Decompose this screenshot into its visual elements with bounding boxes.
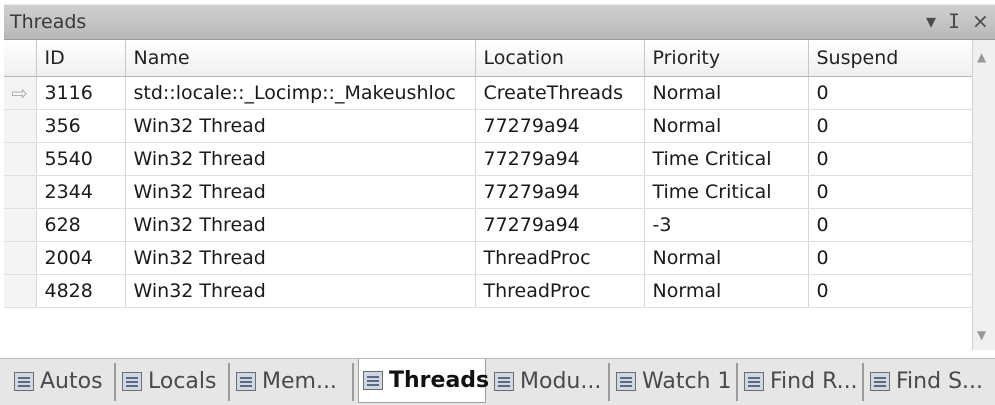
- tab-locals[interactable]: Locals: [118, 363, 230, 401]
- scroll-up-icon[interactable]: ▲: [977, 50, 986, 64]
- column-header-suspend[interactable]: Suspend: [808, 40, 972, 77]
- cell-priority: Normal: [644, 241, 809, 275]
- cell-name: std::locale::_Locimp::_Makeushloc: [125, 76, 476, 110]
- tab-find-symbol[interactable]: Find S...: [866, 363, 992, 401]
- row-indicator: [4, 241, 37, 275]
- cell-id: 3116: [36, 76, 126, 110]
- tab-memory[interactable]: Mem...: [232, 363, 354, 401]
- tab-label: Locals: [148, 369, 217, 394]
- row-indicator: [4, 175, 37, 209]
- find-symbol-icon: [870, 372, 890, 391]
- vertical-scrollbar[interactable]: ▲ ▼: [972, 40, 995, 350]
- memory-icon: [236, 372, 256, 391]
- table-row[interactable]: 5540 Win32 Thread 77279a94 Time Critical…: [4, 142, 972, 176]
- table-row[interactable]: 4828 Win32 Thread ThreadProc Normal 0: [4, 274, 972, 308]
- table-row[interactable]: 2004 Win32 Thread ThreadProc Normal 0: [4, 241, 972, 275]
- tab-watch-1[interactable]: Watch 1: [612, 363, 738, 401]
- column-header-location[interactable]: Location: [475, 40, 645, 77]
- tab-label: Watch 1: [642, 369, 732, 394]
- row-indicator: [4, 142, 37, 176]
- cell-priority: Time Critical: [644, 142, 809, 176]
- threads-window: Threads ▾ ⵊ × ID Name Location Priority …: [0, 0, 995, 405]
- cell-suspend: 0: [808, 274, 972, 308]
- tab-label: Mem...: [262, 369, 337, 394]
- locals-icon: [122, 372, 142, 391]
- watch-icon: [616, 372, 636, 391]
- cell-suspend: 0: [808, 175, 972, 209]
- panel-title: Threads: [10, 11, 87, 33]
- cell-name: Win32 Thread: [125, 142, 476, 176]
- cell-name: Win32 Thread: [125, 175, 476, 209]
- cell-priority: Time Critical: [644, 175, 809, 209]
- cell-id: 356: [36, 109, 126, 143]
- dropdown-icon[interactable]: ▾: [926, 10, 936, 32]
- tool-window-tabs: Autos Locals Mem... Threads Modu... Watc…: [0, 358, 995, 405]
- cell-suspend: 0: [808, 76, 972, 110]
- cell-name: Win32 Thread: [125, 274, 476, 308]
- arrow-glyph: ⇨: [11, 80, 29, 105]
- threads-icon: [363, 371, 383, 390]
- close-icon[interactable]: ×: [972, 10, 989, 32]
- cell-location: CreateThreads: [475, 76, 645, 110]
- row-indicator: [4, 208, 37, 242]
- cell-id: 2344: [36, 175, 126, 209]
- cell-id: 4828: [36, 274, 126, 308]
- table-row[interactable]: 2344 Win32 Thread 77279a94 Time Critical…: [4, 175, 972, 209]
- cell-suspend: 0: [808, 142, 972, 176]
- column-header-priority[interactable]: Priority: [644, 40, 809, 77]
- panel-titlebar: Threads ▾ ⵊ ×: [4, 4, 995, 40]
- indicator-header: [4, 40, 37, 77]
- scroll-down-icon[interactable]: ▼: [977, 328, 986, 342]
- cell-location: ThreadProc: [475, 241, 645, 275]
- table-row[interactable]: ⇨ 3116 std::locale::_Locimp::_Makeushloc…: [4, 76, 972, 110]
- cell-location: 77279a94: [475, 175, 645, 209]
- cell-location: 77279a94: [475, 208, 645, 242]
- cell-priority: Normal: [644, 109, 809, 143]
- table-row[interactable]: 628 Win32 Thread 77279a94 -3 0: [4, 208, 972, 242]
- tab-label: Find S...: [896, 369, 984, 394]
- tab-label: Threads: [389, 368, 490, 393]
- tab-label: Modu...: [520, 369, 602, 394]
- column-header-id[interactable]: ID: [36, 40, 126, 77]
- cell-priority: -3: [644, 208, 809, 242]
- cell-id: 5540: [36, 142, 126, 176]
- find-results-icon: [744, 372, 764, 391]
- cell-suspend: 0: [808, 241, 972, 275]
- threads-grid: ID Name Location Priority Suspend ⇨ 3116…: [4, 40, 972, 350]
- cell-location: ThreadProc: [475, 274, 645, 308]
- autos-icon: [14, 372, 34, 391]
- cell-location: 77279a94: [475, 142, 645, 176]
- cell-priority: Normal: [644, 76, 809, 110]
- pin-icon[interactable]: ⵊ: [949, 10, 959, 32]
- column-header-name[interactable]: Name: [125, 40, 476, 77]
- modules-icon: [494, 372, 514, 391]
- row-indicator: [4, 109, 37, 143]
- current-thread-arrow-icon: ⇨: [4, 76, 37, 110]
- cell-priority: Normal: [644, 274, 809, 308]
- cell-location: 77279a94: [475, 109, 645, 143]
- tab-label: Autos: [40, 369, 103, 394]
- cell-id: 628: [36, 208, 126, 242]
- cell-name: Win32 Thread: [125, 109, 476, 143]
- threads-table: ID Name Location Priority Suspend ⇨ 3116…: [4, 40, 972, 308]
- cell-id: 2004: [36, 241, 126, 275]
- row-indicator: [4, 274, 37, 308]
- tab-label: Find R...: [770, 369, 858, 394]
- tab-threads[interactable]: Threads: [358, 359, 490, 403]
- cell-name: Win32 Thread: [125, 241, 476, 275]
- cell-suspend: 0: [808, 208, 972, 242]
- tab-modules[interactable]: Modu...: [490, 363, 610, 401]
- tab-find-results[interactable]: Find R...: [740, 363, 864, 401]
- cell-name: Win32 Thread: [125, 208, 476, 242]
- cell-suspend: 0: [808, 109, 972, 143]
- table-row[interactable]: 356 Win32 Thread 77279a94 Normal 0: [4, 109, 972, 143]
- tab-autos[interactable]: Autos: [10, 363, 116, 401]
- header-row: ID Name Location Priority Suspend: [4, 40, 972, 77]
